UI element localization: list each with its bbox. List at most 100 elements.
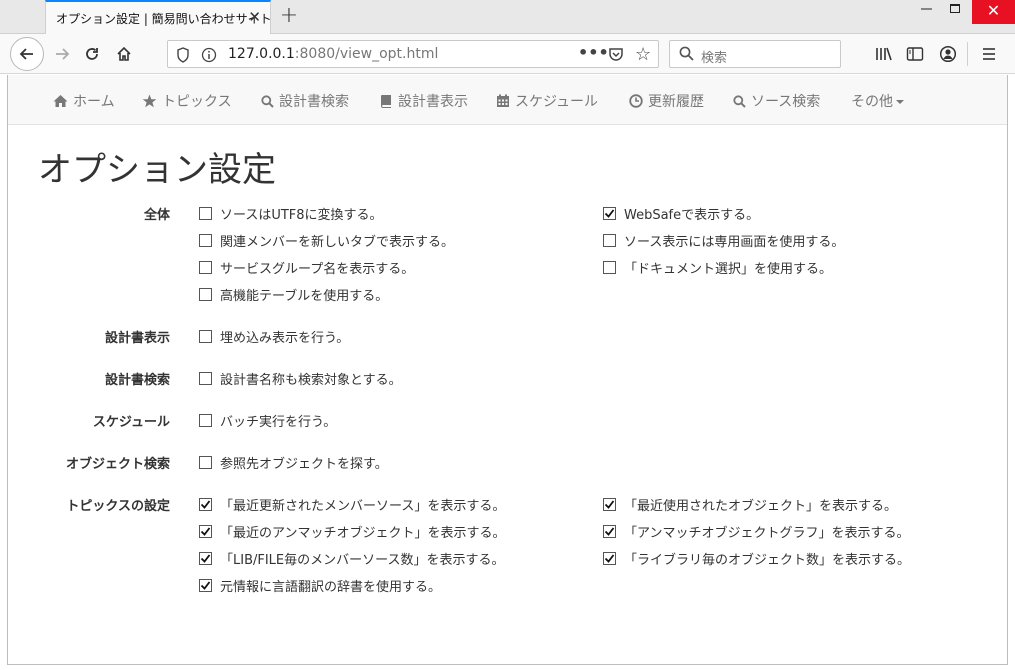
nav-item-topics[interactable]: トピックス [142, 91, 232, 111]
checkbox[interactable] [199, 498, 212, 511]
shield-icon[interactable] [176, 47, 190, 67]
option-unmatched-object-graph[interactable]: 「アンマッチオブジェクトグラフ」を表示する。 [603, 522, 909, 541]
reload-icon[interactable] [76, 38, 108, 70]
checkbox[interactable] [603, 261, 616, 274]
pocket-icon[interactable] [608, 46, 624, 66]
option-label: 設計書名称も検索対象とする。 [220, 373, 402, 388]
option-object-count-per-library[interactable]: 「ライブラリ毎のオブジェクト数」を表示する。 [603, 549, 910, 568]
checkbox[interactable] [199, 372, 212, 385]
calendar-icon [496, 94, 510, 108]
page-viewport: ホーム トピックス 設計書検索 設計書表示 スケジュール 更新履歴 ソース検索 … [7, 75, 1008, 665]
bookmark-star-icon[interactable]: ☆ [635, 44, 651, 65]
option-label: 「最近使用されたオブジェクト」を表示する。 [624, 499, 898, 514]
checkbox[interactable] [199, 234, 212, 247]
section-label-object-search: オブジェクト検索 [65, 457, 170, 472]
nav-item-history[interactable]: 更新履歴 [629, 91, 704, 111]
new-tab-icon[interactable]: + [277, 3, 301, 28]
option-label: 「ドキュメント選択」を使用する。 [624, 262, 833, 277]
checkbox[interactable] [603, 234, 616, 247]
close-window-icon[interactable]: ✕ [972, 0, 1015, 24]
nav-item-doc-search[interactable]: 設計書検索 [261, 91, 349, 111]
url-bar[interactable]: 127.0.0.1:8080/view_opt.html ••• ☆ [167, 40, 659, 68]
forward-arrow-icon[interactable] [46, 38, 78, 70]
maximize-window-icon[interactable] [939, 0, 971, 24]
checkbox[interactable] [603, 525, 616, 538]
nav-item-label: ホーム [73, 94, 115, 110]
section-label-topics-settings: トピックスの設定 [66, 499, 170, 514]
nav-item-schedule[interactable]: スケジュール [496, 91, 598, 111]
option-batch-run[interactable]: バッチ実行を行う。 [199, 411, 336, 430]
section-label-general: 全体 [143, 208, 170, 223]
section-label-doc-search: 設計書検索 [104, 373, 170, 388]
more-actions-icon[interactable]: ••• [578, 43, 609, 62]
option-label: 「最近更新されたメンバーソース」を表示する。 [220, 499, 506, 514]
caret-down-icon [896, 100, 904, 104]
option-label: サービスグループ名を表示する。 [220, 262, 415, 277]
option-member-source-count-per-lib[interactable]: 「LIB/FILE毎のメンバーソース数」を表示する。 [199, 549, 505, 568]
nav-item-label: ソース検索 [751, 94, 821, 110]
search-bar[interactable]: 検索 [669, 40, 841, 68]
checkbox[interactable] [199, 414, 212, 427]
browser-tab-strip: オプション設定 | 簡易問い合わせサイト ✕ + ✕ [0, 0, 1015, 35]
option-embedded-view[interactable]: 埋め込み表示を行う。 [199, 327, 349, 346]
hamburger-menu-icon[interactable] [978, 43, 1000, 65]
option-search-doc-names[interactable]: 設計書名称も検索対象とする。 [199, 369, 402, 388]
star-icon [142, 94, 157, 108]
book-icon [380, 94, 393, 108]
checkbox[interactable] [603, 207, 616, 220]
browser-tab-active[interactable]: オプション設定 | 簡易問い合わせサイト ✕ [45, 0, 272, 35]
option-dedicated-source-view[interactable]: ソース表示には専用画面を使用する。 [603, 231, 844, 250]
option-related-new-tab[interactable]: 関連メンバーを新しいタブで表示する。 [199, 231, 454, 250]
section-label-schedule: スケジュール [92, 415, 170, 430]
option-utf8-convert[interactable]: ソースはUTF8に変換する。 [199, 204, 383, 223]
checkbox[interactable] [199, 525, 212, 538]
search-placeholder: 検索 [701, 51, 728, 66]
option-websafe[interactable]: WebSafeで表示する。 [603, 204, 759, 223]
info-icon[interactable] [201, 47, 217, 67]
home-icon[interactable] [108, 38, 140, 70]
option-label: ソースはUTF8に変換する。 [220, 208, 383, 223]
nav-item-doc-view[interactable]: 設計書表示 [380, 91, 468, 111]
nav-item-source-search[interactable]: ソース検索 [733, 91, 820, 111]
option-find-referenced-objects[interactable]: 参照先オブジェクトを探す。 [199, 453, 388, 472]
library-icon[interactable] [873, 43, 895, 65]
nav-item-label: スケジュール [515, 94, 599, 110]
checkbox[interactable] [199, 552, 212, 565]
home-icon [53, 94, 68, 108]
option-label: 埋め込み表示を行う。 [220, 331, 350, 346]
nav-item-other-dropdown[interactable]: その他 [851, 91, 904, 111]
option-label: 「アンマッチオブジェクトグラフ」を表示する。 [624, 526, 910, 541]
checkbox[interactable] [199, 456, 212, 469]
option-label: 関連メンバーを新しいタブで表示する。 [220, 235, 455, 250]
option-advanced-table[interactable]: 高機能テーブルを使用する。 [199, 285, 388, 304]
option-label: 高機能テーブルを使用する。 [220, 289, 389, 304]
checkbox[interactable] [603, 498, 616, 511]
search-icon [261, 94, 274, 108]
checkbox[interactable] [199, 330, 212, 343]
url-text: 127.0.0.1:8080/view_opt.html [228, 46, 438, 62]
option-document-select[interactable]: 「ドキュメント選択」を使用する。 [603, 258, 832, 277]
option-recent-member-sources[interactable]: 「最近更新されたメンバーソース」を表示する。 [199, 495, 505, 514]
account-icon[interactable] [937, 43, 959, 65]
tab-title: オプション設定 | 簡易問い合わせサイト [56, 12, 272, 26]
option-label: バッチ実行を行う。 [220, 415, 337, 430]
option-recent-unmatched-objects[interactable]: 「最近のアンマッチオブジェクト」を表示する。 [199, 522, 505, 541]
page-title: オプション設定 [38, 150, 276, 190]
nav-item-home[interactable]: ホーム [53, 91, 115, 111]
option-recent-used-objects[interactable]: 「最近使用されたオブジェクト」を表示する。 [603, 495, 897, 514]
checkbox[interactable] [199, 207, 212, 220]
tab-close-icon[interactable]: ✕ [248, 8, 261, 26]
checkbox[interactable] [199, 288, 212, 301]
sidebar-icon[interactable] [904, 43, 926, 65]
back-arrow-icon[interactable] [10, 37, 44, 71]
option-label: 「ライブラリ毎のオブジェクト数」を表示する。 [624, 553, 911, 568]
minimize-window-icon[interactable] [910, 0, 942, 24]
option-service-group-name[interactable]: サービスグループ名を表示する。 [199, 258, 414, 277]
toolbar-separator [967, 42, 968, 66]
checkbox[interactable] [603, 552, 616, 565]
checkbox[interactable] [199, 579, 212, 592]
browser-toolbar: 127.0.0.1:8080/view_opt.html ••• ☆ 検索 [0, 34, 1015, 74]
option-translation-dictionary[interactable]: 元情報に言語翻訳の辞書を使用する。 [199, 576, 441, 595]
checkbox[interactable] [199, 261, 212, 274]
url-host: 127.0.0.1 [228, 46, 295, 62]
